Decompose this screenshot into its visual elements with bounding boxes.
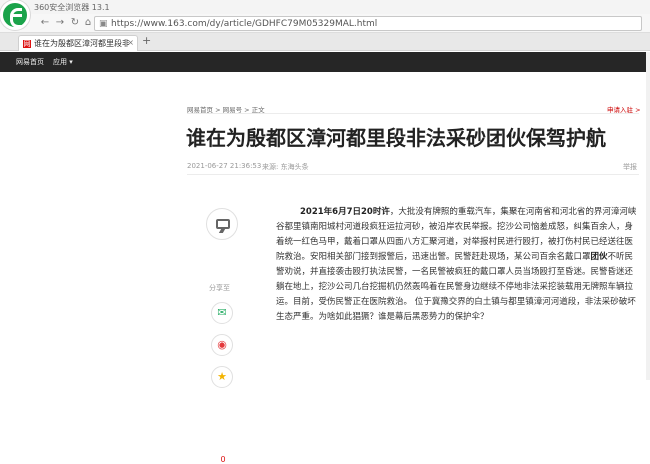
star-icon: ★: [217, 370, 227, 383]
comment-icon: [215, 219, 230, 229]
divider: [187, 113, 639, 114]
tab-title: 谁在为殷都区漳河都里段非法采砂团伙保驾护航: [34, 39, 129, 48]
tab-bar: 网 谁在为殷都区漳河都里段非法采砂团伙保驾护航 × +: [0, 33, 650, 51]
article-body: 2021年6月7日20时许，大批没有牌照的重载汽车，集聚在河南省和河北省的界河漳…: [276, 205, 640, 325]
netease-favicon-icon: 网: [23, 40, 31, 48]
scrollbar[interactable]: [646, 52, 650, 380]
browser-title: 360安全浏览器 13.1: [34, 3, 110, 12]
article-source[interactable]: 来源: 东海头条: [262, 162, 309, 172]
home-button[interactable]: ⌂: [82, 17, 94, 29]
share-label: 分享至: [209, 284, 230, 292]
site-header: 网易首页 应用 ▾: [0, 52, 650, 72]
browser-titlebar: 360安全浏览器 13.1: [0, 0, 650, 30]
article-sidebar: 0: [203, 208, 240, 464]
address-bar[interactable]: ▣ https://www.163.com/dy/article/GDHFC79…: [94, 16, 642, 31]
weibo-icon: ◉: [217, 338, 227, 351]
article-title: 谁在为殷都区漳河都里段非法采砂团伙保驾护航: [186, 126, 606, 150]
nav-apps-label: 应用: [53, 58, 67, 66]
comment-count: 0: [220, 455, 226, 464]
browser-logo-icon: [0, 0, 30, 30]
new-tab-button[interactable]: +: [142, 34, 151, 47]
chevron-down-icon: ▾: [69, 58, 73, 66]
article-keyword: 团伙: [590, 252, 608, 262]
nav-apps-link[interactable]: 应用 ▾: [53, 57, 73, 67]
comment-button[interactable]: [205, 208, 238, 240]
browser-navbar: ← → ↻ ⌂ ▣ https://www.163.com/dy/article…: [0, 14, 650, 33]
weibo-share-button[interactable]: ◉: [211, 334, 233, 356]
article-date: 2021-06-27 21:36:53: [187, 162, 262, 170]
refresh-button[interactable]: ↻: [69, 17, 81, 29]
url-text[interactable]: https://www.163.com/dy/article/GDHFC79M0…: [111, 19, 377, 29]
article-body-part2: 不听民警劝说，并直接袭击殴打执法民警，一名民警被疯狂的戴口罩人员当场殴打至昏迷。…: [276, 252, 636, 322]
wechat-share-button[interactable]: ✉: [211, 302, 233, 324]
divider: [187, 174, 639, 175]
forward-button[interactable]: →: [54, 17, 66, 29]
article-lead: 2021年6月7日20时许: [300, 207, 390, 217]
lock-icon: ▣: [99, 19, 108, 29]
back-button[interactable]: ←: [39, 17, 51, 29]
report-link[interactable]: 举报: [623, 162, 637, 172]
close-tab-icon[interactable]: ×: [127, 38, 134, 47]
active-tab[interactable]: 网 谁在为殷都区漳河都里段非法采砂团伙保驾护航 ×: [18, 35, 138, 51]
wechat-icon: ✉: [217, 306, 227, 319]
nav-home-link[interactable]: 网易首页: [16, 57, 44, 67]
favorite-button[interactable]: ★: [211, 366, 233, 388]
